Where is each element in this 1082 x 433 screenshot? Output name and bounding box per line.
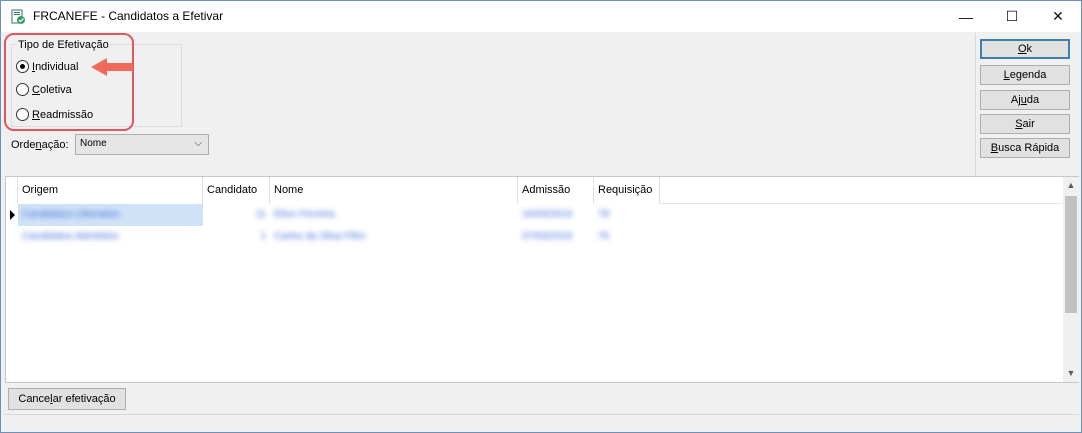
ordenacao-selected-value: Nome [80,138,107,149]
column-header-nome[interactable]: Nome [270,177,518,204]
title-bar: FRCANEFE - Candidatos a Efetivar — ☐ ✕ [1,1,1081,32]
ajuda-button[interactable]: Ajuda [980,90,1070,110]
cell-nome[interactable]: Elton Ferreira [270,204,518,226]
grid-header: Origem Candidato Nome Admissão Requisiçã… [6,177,1063,204]
candidates-grid[interactable]: Origem Candidato Nome Admissão Requisiçã… [5,176,1079,383]
cell-candidato[interactable]: 1 [203,226,270,248]
window-title: FRCANEFE - Candidatos a Efetivar [33,9,224,23]
table-row[interactable]: Candidatos Liberados 11 Elton Ferreira 1… [6,204,660,226]
cell-admissao[interactable]: 16/03/2019 [518,204,594,226]
busca-rapida-button[interactable]: Busca Rápida [980,138,1070,158]
column-header-requisicao[interactable]: Requisição [594,177,660,204]
chevron-down-icon[interactable]: ⌵ [194,138,202,149]
close-icon: ✕ [1052,8,1064,24]
maximize-icon: ☐ [1005,8,1019,24]
close-button[interactable]: ✕ [1035,1,1081,32]
sair-button[interactable]: Sair [980,114,1070,134]
ordenacao-select[interactable]: Nome ⌵ [75,134,209,155]
column-header-candidato[interactable]: Candidato [203,177,270,204]
annotation-arrow-icon [91,58,133,76]
column-header-admissao[interactable]: Admissão [518,177,594,204]
status-bar [5,414,1079,430]
minimize-icon: — [959,8,973,25]
app-icon [11,9,25,24]
cell-nome[interactable]: Carlos da Silva Filho [270,226,518,248]
table-row[interactable]: Candidatos Admitidos 1 Carlos da Silva F… [6,226,660,248]
current-row-indicator-icon [6,204,18,226]
column-header-origem[interactable]: Origem [18,177,203,204]
cell-origem[interactable]: Candidatos Admitidos [18,226,203,248]
cell-origem[interactable]: Candidatos Liberados [18,204,203,226]
legenda-button[interactable]: Legenda [980,65,1070,85]
annotation-highlight-box [4,33,134,131]
scrollbar-thumb[interactable] [1065,196,1077,313]
vertical-scrollbar[interactable]: ▲ ▼ [1063,177,1079,382]
cell-requisicao[interactable]: 76 [594,226,660,248]
scroll-down-icon[interactable]: ▼ [1063,365,1079,382]
cancelar-efetivacao-button[interactable]: Cancelar efetivação [8,388,126,410]
ok-button[interactable]: Ok [980,39,1070,59]
cell-requisicao[interactable]: 78 [594,204,660,226]
ordenacao-label: Ordenação: [11,139,69,151]
scroll-up-icon[interactable]: ▲ [1063,177,1079,194]
cell-candidato[interactable]: 11 [203,204,270,226]
app-window: FRCANEFE - Candidatos a Efetivar — ☐ ✕ T… [0,0,1082,433]
button-panel-divider [975,33,976,176]
row-indicator [6,226,18,248]
minimize-button[interactable]: — [943,1,989,32]
maximize-button[interactable]: ☐ [989,1,1035,32]
grid-header-indicator [6,177,18,204]
cell-admissao[interactable]: 07/03/2019 [518,226,594,248]
